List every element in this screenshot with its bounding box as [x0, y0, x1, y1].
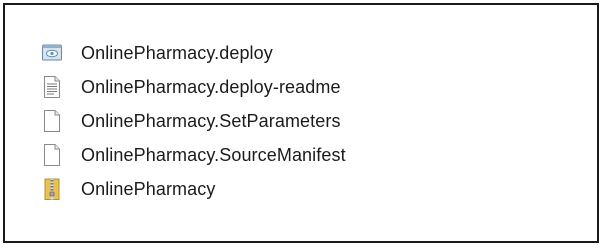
zip-archive-icon [41, 177, 63, 201]
file-list-window: OnlinePharmacy.deploy OnlinePharmacy.dep… [3, 3, 599, 243]
file-item-setparameters[interactable]: OnlinePharmacy.SetParameters [41, 104, 346, 138]
deploy-script-icon [41, 41, 63, 65]
text-document-icon [41, 75, 63, 99]
file-item-sourcemanifest[interactable]: OnlinePharmacy.SourceManifest [41, 138, 346, 172]
file-name: OnlinePharmacy.SourceManifest [81, 145, 346, 165]
file-item-deploy[interactable]: OnlinePharmacy.deploy [41, 36, 346, 70]
file-item-deploy-readme[interactable]: OnlinePharmacy.deploy-readme [41, 70, 346, 104]
blank-file-icon [41, 109, 63, 133]
blank-file-icon [41, 143, 63, 167]
file-name: OnlinePharmacy.SetParameters [81, 111, 341, 131]
file-name: OnlinePharmacy [81, 179, 216, 199]
file-name: OnlinePharmacy.deploy-readme [81, 77, 341, 97]
file-item-zip[interactable]: OnlinePharmacy [41, 172, 346, 206]
file-name: OnlinePharmacy.deploy [81, 43, 273, 63]
file-list: OnlinePharmacy.deploy OnlinePharmacy.dep… [41, 36, 346, 206]
